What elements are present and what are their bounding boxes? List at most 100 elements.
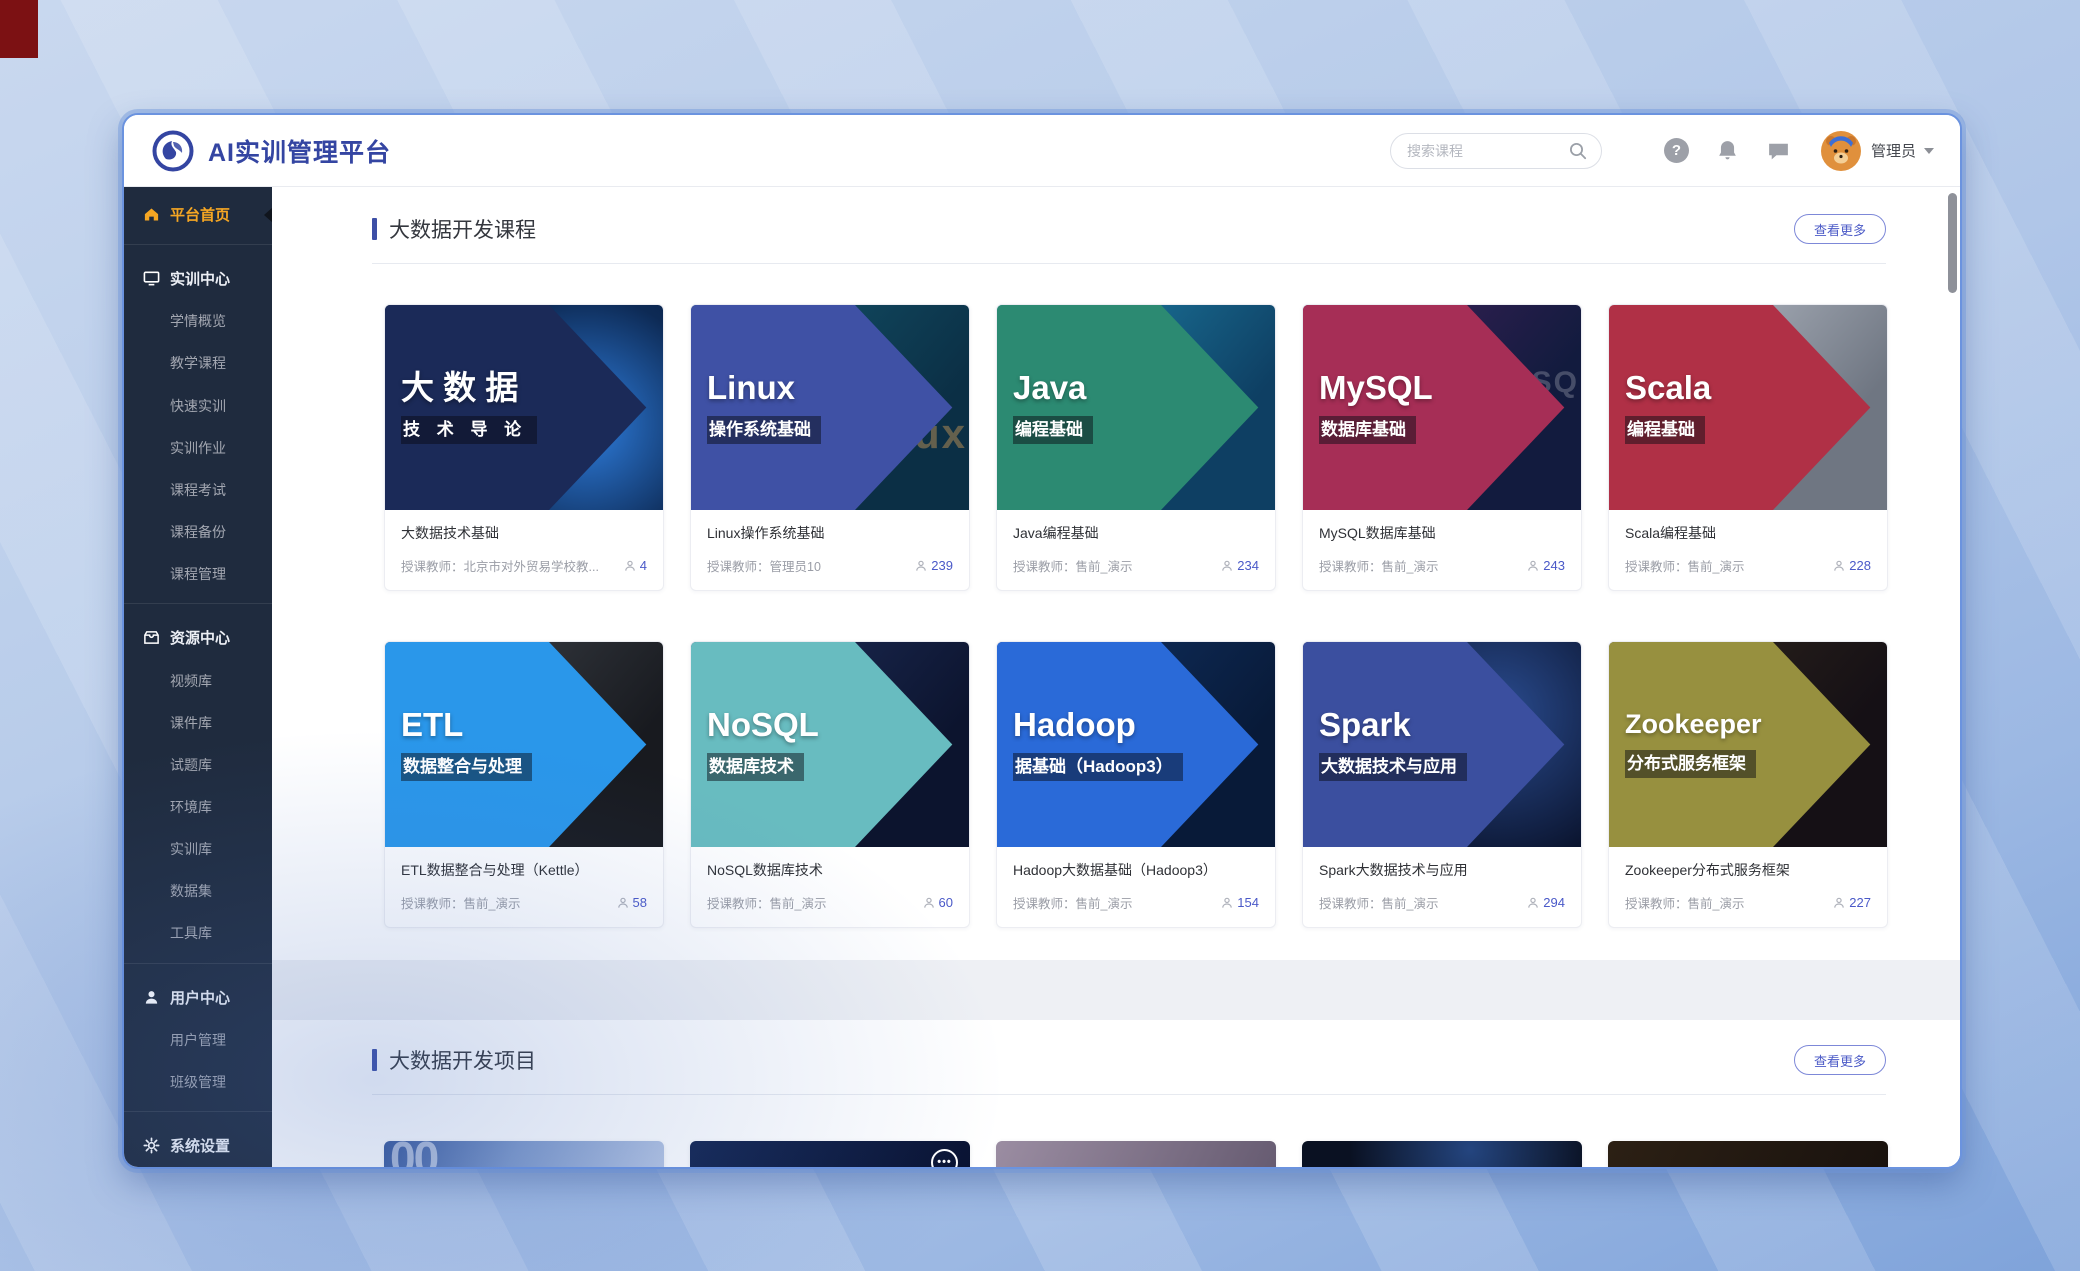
person-icon bbox=[1527, 560, 1539, 572]
view-more-button[interactable]: 查看更多 bbox=[1794, 1045, 1886, 1075]
sidebar-item-beifen[interactable]: 课程备份 bbox=[124, 511, 272, 553]
course-teacher: 授课教师：售前_演示 bbox=[1625, 893, 1833, 912]
sidebar-item-shitiku[interactable]: 试题库 bbox=[124, 744, 272, 786]
course-thumbnail: Scala 编程基础 bbox=[1609, 305, 1887, 510]
help-icon[interactable]: ? bbox=[1664, 138, 1689, 163]
sidebar-item-xueqing[interactable]: 学情概览 bbox=[124, 300, 272, 342]
course-card[interactable]: Zookeeper 分布式服务框架 Zookeeper分布式服务框架 授课教师：… bbox=[1608, 641, 1888, 928]
sidebar-item-gongjuku[interactable]: 工具库 bbox=[124, 912, 272, 954]
app-window: AI实训管理平台 ? bbox=[122, 113, 1962, 1169]
user-avatar[interactable] bbox=[1821, 131, 1861, 171]
course-thumbnail: Java 编程基础 bbox=[997, 305, 1275, 510]
sidebar-item-home[interactable]: 平台首页 bbox=[124, 193, 272, 236]
sidebar-item-shixunku[interactable]: 实训库 bbox=[124, 828, 272, 870]
course-title: MySQL数据库基础 bbox=[1319, 523, 1565, 543]
app-logo-icon bbox=[152, 130, 194, 172]
sidebar-group-settings[interactable]: 系统设置 bbox=[124, 1124, 272, 1167]
course-title: Hadoop大数据基础（Hadoop3） bbox=[1013, 860, 1259, 880]
project-row-1: 00 大数据开发案例 ••• 大数据开发案例 大数据开发 bbox=[272, 1141, 1960, 1167]
sidebar-item-banji[interactable]: 班级管理 bbox=[124, 1061, 272, 1103]
project-thumbnail bbox=[996, 1141, 1276, 1167]
project-card[interactable]: 大数据开发案例 bbox=[1302, 1141, 1582, 1167]
course-card[interactable]: 大 数 据 技 术 导 论 大数据技术基础 授课教师：北京市对外贸易学校教... bbox=[384, 304, 664, 591]
sidebar-item-yonghu[interactable]: 用户管理 bbox=[124, 1019, 272, 1061]
course-thumbnail: MySQ MySQL 数据库基础 bbox=[1303, 305, 1581, 510]
person-icon bbox=[1221, 897, 1233, 909]
course-card[interactable]: Spark 大数据技术与应用 Spark大数据技术与应用 授课教师：售前_演示 bbox=[1302, 641, 1582, 928]
person-icon bbox=[915, 560, 927, 572]
course-title: ETL数据整合与处理（Kettle） bbox=[401, 860, 647, 880]
person-icon bbox=[617, 897, 629, 909]
sidebar-divider bbox=[124, 963, 272, 964]
course-card[interactable]: Linux Linux 操作系统基础 Linux操作系统基础 授课教师：管理员1… bbox=[690, 304, 970, 591]
course-teacher: 授课教师：售前_演示 bbox=[1625, 556, 1833, 575]
sidebar-item-jiaoxue[interactable]: 教学课程 bbox=[124, 342, 272, 384]
course-teacher: 授课教师：售前_演示 bbox=[401, 893, 617, 912]
sidebar-item-kuaisu[interactable]: 快速实训 bbox=[124, 385, 272, 427]
main-content: 大数据开发课程 查看更多 大 数 据 技 术 导 论 bbox=[272, 187, 1960, 1167]
course-thumbnail: 大 数 据 技 术 导 论 bbox=[385, 305, 663, 510]
vertical-scrollbar[interactable] bbox=[1948, 193, 1957, 293]
project-card[interactable]: 大数据开发案例 bbox=[1608, 1141, 1888, 1167]
section-title: 大数据开发课程 bbox=[372, 214, 536, 244]
project-thumbnail bbox=[1608, 1141, 1888, 1167]
course-title: Java编程基础 bbox=[1013, 523, 1259, 543]
student-count: 60 bbox=[923, 895, 953, 910]
course-teacher: 授课教师：售前_演示 bbox=[1013, 893, 1221, 912]
student-count: 4 bbox=[624, 558, 647, 573]
student-count: 294 bbox=[1527, 895, 1565, 910]
student-count: 228 bbox=[1833, 558, 1871, 573]
sidebar-item-zuoye[interactable]: 实训作业 bbox=[124, 427, 272, 469]
sidebar-group-label: 系统设置 bbox=[170, 1135, 230, 1156]
student-count: 154 bbox=[1221, 895, 1259, 910]
course-title: Linux操作系统基础 bbox=[707, 523, 953, 543]
course-row-2: ETL 数据整合与处理 ETL数据整合与处理（Kettle） 授课教师：售前_演… bbox=[272, 641, 1960, 928]
student-count: 243 bbox=[1527, 558, 1565, 573]
user-icon bbox=[142, 988, 160, 1006]
sidebar-item-kaoshi[interactable]: 课程考试 bbox=[124, 469, 272, 511]
section-divider bbox=[372, 263, 1886, 264]
sidebar-item-kejianku[interactable]: 课件库 bbox=[124, 702, 272, 744]
sidebar-item-shipinku[interactable]: 视频库 bbox=[124, 659, 272, 701]
person-icon bbox=[923, 897, 935, 909]
search-icon[interactable] bbox=[1568, 141, 1588, 161]
user-name[interactable]: 管理员 bbox=[1871, 140, 1916, 161]
sidebar-group-resource[interactable]: 资源中心 bbox=[124, 616, 272, 659]
sidebar-divider bbox=[124, 603, 272, 604]
course-card[interactable]: NoSQL 数据库技术 NoSQL数据库技术 授课教师：售前_演示 bbox=[690, 641, 970, 928]
person-icon bbox=[1527, 897, 1539, 909]
sidebar-group-user[interactable]: 用户中心 bbox=[124, 976, 272, 1019]
message-bubble-icon[interactable] bbox=[1766, 138, 1791, 163]
section-divider bbox=[372, 1094, 1886, 1095]
project-card[interactable]: 大数据开发案例 bbox=[996, 1141, 1276, 1167]
person-icon bbox=[624, 560, 636, 572]
course-card[interactable]: Java 编程基础 Java编程基础 授课教师：售前_演示 bbox=[996, 304, 1276, 591]
notification-bell-icon[interactable] bbox=[1715, 138, 1740, 163]
desktop-background: AI实训管理平台 ? bbox=[0, 0, 2080, 1271]
course-title: 大数据技术基础 bbox=[401, 523, 647, 543]
section-gap bbox=[272, 960, 1960, 1020]
sidebar-item-huanjingku[interactable]: 环境库 bbox=[124, 786, 272, 828]
section-projects: 大数据开发项目 查看更多 00 大数据开发案例 bbox=[272, 1020, 1960, 1167]
person-icon bbox=[1221, 560, 1233, 572]
sidebar-item-shujuji[interactable]: 数据集 bbox=[124, 870, 272, 912]
course-title: NoSQL数据库技术 bbox=[707, 860, 953, 880]
gear-icon bbox=[142, 1137, 160, 1155]
sidebar-item-guanli[interactable]: 课程管理 bbox=[124, 553, 272, 595]
person-icon bbox=[1833, 560, 1845, 572]
project-card[interactable]: ••• 大数据开发案例 bbox=[690, 1141, 970, 1167]
view-more-button[interactable]: 查看更多 bbox=[1794, 214, 1886, 244]
search-box bbox=[1390, 133, 1602, 169]
course-thumbnail: Zookeeper 分布式服务框架 bbox=[1609, 642, 1887, 847]
user-menu-caret-icon[interactable] bbox=[1924, 148, 1934, 154]
course-title: Scala编程基础 bbox=[1625, 523, 1871, 543]
course-teacher: 授课教师：售前_演示 bbox=[1319, 556, 1527, 575]
sidebar-group-training[interactable]: 实训中心 bbox=[124, 257, 272, 300]
course-card[interactable]: Hadoop 据基础（Hadoop3） Hadoop大数据基础（Hadoop3）… bbox=[996, 641, 1276, 928]
more-dots-icon[interactable]: ••• bbox=[931, 1149, 958, 1167]
course-thumbnail: Spark 大数据技术与应用 bbox=[1303, 642, 1581, 847]
course-card[interactable]: Scala 编程基础 Scala编程基础 授课教师：售前_演示 bbox=[1608, 304, 1888, 591]
course-card[interactable]: ETL 数据整合与处理 ETL数据整合与处理（Kettle） 授课教师：售前_演… bbox=[384, 641, 664, 928]
course-card[interactable]: MySQ MySQL 数据库基础 MySQL数据库基础 授课教师：售前_演示 bbox=[1302, 304, 1582, 591]
project-card[interactable]: 00 大数据开发案例 bbox=[384, 1141, 664, 1167]
